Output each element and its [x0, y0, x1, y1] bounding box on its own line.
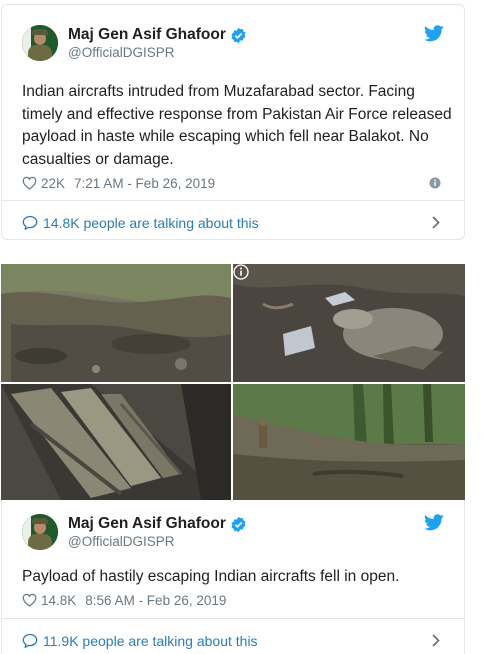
tweet-text: Indian aircrafts intruded from Muzafarab…	[22, 83, 452, 168]
like-count[interactable]: 22K	[41, 176, 65, 191]
comment-icon	[22, 633, 38, 648]
tweet-timestamp[interactable]: 7:21 AM - Feb 26, 2019	[74, 176, 215, 191]
author-name-row[interactable]: Maj Gen Asif Ghafoor	[68, 26, 247, 44]
twitter-bird-icon[interactable]	[424, 25, 444, 42]
author-name[interactable]: Maj Gen Asif Ghafoor	[68, 515, 226, 533]
tweet-photo[interactable]	[1, 264, 231, 382]
tweet-header: Maj Gen Asif Ghafoor @OfficialDGISPR	[22, 514, 444, 554]
conversation-link[interactable]: 14.8K people are talking about this	[2, 200, 464, 244]
talking-count-link[interactable]: 14.8K people are talking about this	[43, 215, 259, 231]
tweet-media-grid[interactable]	[1, 264, 465, 500]
tweet-meta: 22K 7:21 AM - Feb 26, 2019	[22, 174, 215, 192]
heart-icon[interactable]	[22, 176, 37, 190]
twitter-bird-icon[interactable]	[424, 514, 444, 531]
verified-badge-icon	[231, 27, 246, 43]
info-icon[interactable]	[429, 177, 441, 189]
verified-badge-icon	[231, 516, 246, 532]
talking-count-link[interactable]: 11.9K people are talking about this	[43, 633, 258, 649]
tweet-photo[interactable]	[233, 384, 465, 500]
info-icon[interactable]	[233, 264, 249, 280]
tweet-photo[interactable]	[1, 384, 231, 500]
tweet-timestamp[interactable]: 8:56 AM - Feb 26, 2019	[85, 593, 226, 608]
tweet-text: Payload of hastily escaping Indian aircr…	[22, 568, 400, 585]
avatar[interactable]	[22, 514, 58, 550]
tweet-meta: 14.8K 8:56 AM - Feb 26, 2019	[22, 591, 226, 609]
like-count[interactable]: 14.8K	[41, 593, 76, 608]
comment-icon	[22, 215, 38, 230]
chevron-right-icon[interactable]	[432, 634, 440, 647]
author-handle[interactable]: @OfficialDGISPR	[68, 534, 174, 549]
tweet-card[interactable]: Maj Gen Asif Ghafoor @OfficialDGISPR Pay…	[1, 500, 465, 654]
tweet-card[interactable]: Maj Gen Asif Ghafoor @OfficialDGISPR Ind…	[1, 4, 465, 240]
author-name-row[interactable]: Maj Gen Asif Ghafoor	[68, 515, 247, 533]
author-name[interactable]: Maj Gen Asif Ghafoor	[68, 26, 226, 44]
conversation-link[interactable]: 11.9K people are talking about this	[2, 618, 464, 654]
heart-icon[interactable]	[22, 593, 37, 607]
author-handle[interactable]: @OfficialDGISPR	[68, 45, 174, 60]
avatar[interactable]	[22, 25, 58, 61]
chevron-right-icon[interactable]	[432, 216, 440, 229]
tweet-header: Maj Gen Asif Ghafoor @OfficialDGISPR	[22, 25, 444, 65]
tweet-photo[interactable]	[233, 264, 465, 382]
